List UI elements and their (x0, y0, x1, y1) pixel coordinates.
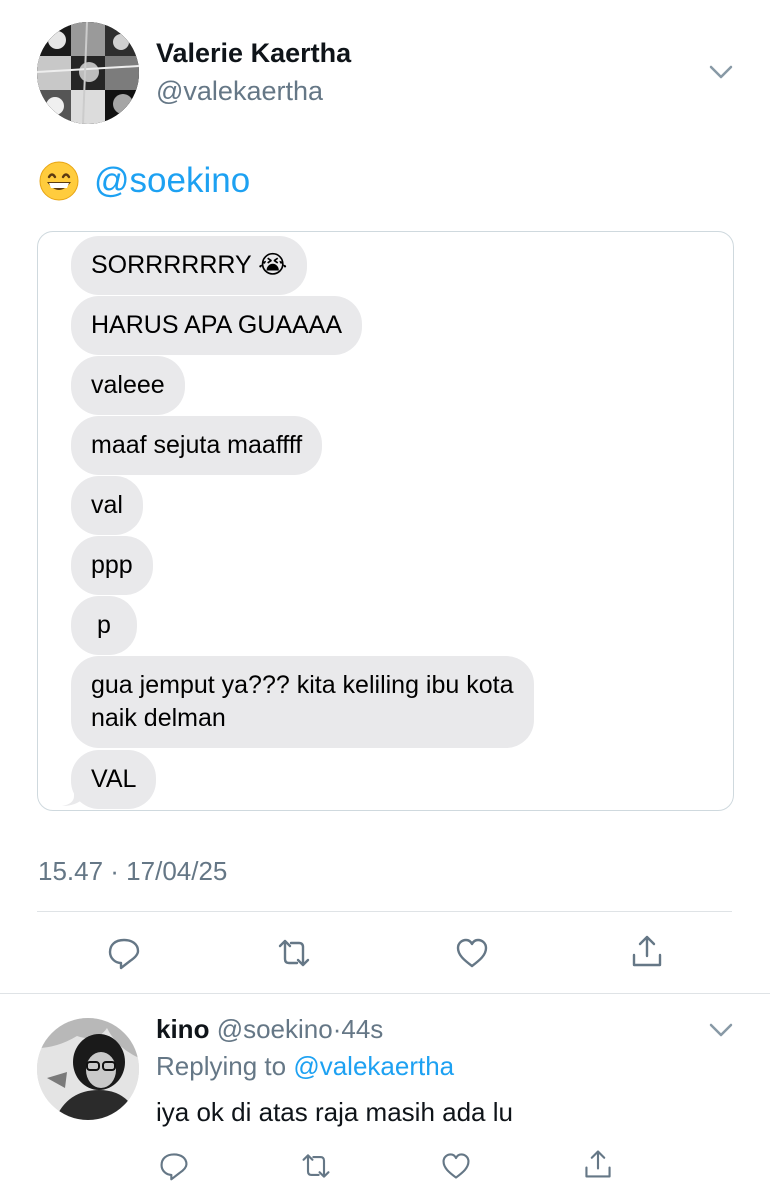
chat-bubble: maaf sejuta maaffff (71, 416, 323, 475)
retweet-icon[interactable] (276, 935, 312, 971)
tweet-text: @soekino (38, 160, 250, 202)
chat-bubble: ppp (71, 536, 153, 595)
chat-bubble: p (71, 596, 137, 655)
author-avatar[interactable] (37, 22, 139, 124)
reply-author-avatar[interactable] (37, 1018, 139, 1120)
share-icon[interactable] (582, 1148, 614, 1180)
reply-text: iya ok di atas raja masih ada lu (156, 1097, 513, 1127)
tweet-timestamp[interactable]: 15.47 · 17/04/25 (38, 856, 227, 887)
chat-bubble: valeee (71, 356, 185, 415)
mention-link[interactable]: @soekino (94, 161, 250, 201)
chat-bubble: gua jemput ya??? kita keliling ibu kota … (71, 656, 534, 748)
avatar-photo-image (37, 1018, 139, 1120)
author-handle[interactable]: @valekaertha (156, 76, 323, 107)
chat-bubble: SORRRRRRY 😭 (71, 236, 308, 295)
reply-icon[interactable] (158, 1150, 190, 1182)
grinning-face-emoji-icon (39, 161, 79, 201)
divider (37, 911, 732, 912)
replying-to-label: Replying to (156, 1051, 287, 1081)
chat-bubble: HARUS APA GUAAAA (71, 296, 363, 355)
chevron-down-icon[interactable] (707, 60, 735, 84)
replying-to-link[interactable]: @valekaertha (293, 1051, 454, 1081)
replying-to-line: Replying to @valekaertha (156, 1051, 454, 1082)
like-icon[interactable] (440, 1150, 472, 1182)
share-icon[interactable] (629, 933, 665, 969)
reply-icon[interactable] (106, 935, 142, 971)
attached-screenshot[interactable]: SORRRRRRY 😭 HARUS APA GUAAAA valeee maaf… (37, 231, 734, 811)
bubble-tail (62, 782, 84, 806)
reply-header: kino @soekino·44s (156, 1014, 383, 1045)
reply-time[interactable]: 44s (341, 1014, 383, 1044)
author-display-name[interactable]: Valerie Kaertha (156, 38, 351, 69)
reply-author-name[interactable]: kino (156, 1014, 209, 1044)
reply-author-handle[interactable]: @soekino (217, 1014, 333, 1044)
retweet-icon[interactable] (300, 1150, 332, 1182)
chevron-down-icon[interactable] (707, 1018, 735, 1042)
chat-bubble: val (71, 476, 143, 535)
avatar-collage-image (37, 22, 139, 124)
like-icon[interactable] (454, 935, 490, 971)
thread-divider (0, 993, 770, 994)
